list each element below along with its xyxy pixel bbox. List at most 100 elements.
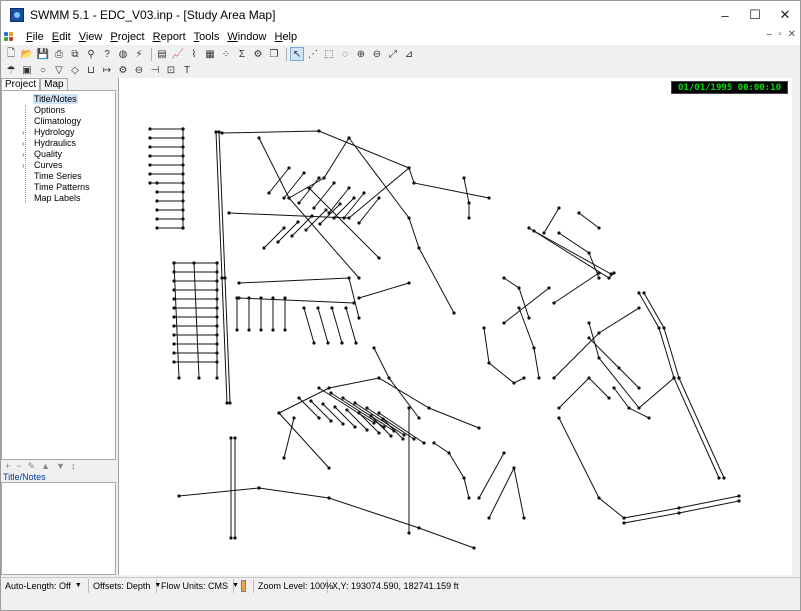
junction-node[interactable] (609, 272, 613, 276)
junction-node[interactable] (296, 220, 300, 224)
junction-node[interactable] (347, 216, 351, 220)
junction-node[interactable] (354, 341, 358, 345)
junction-node[interactable] (148, 181, 152, 185)
globe-icon[interactable]: ◍ (116, 47, 130, 61)
junction-node[interactable] (332, 181, 336, 185)
junction-node[interactable] (417, 526, 421, 530)
junction-node[interactable] (181, 208, 185, 212)
junction-node[interactable] (215, 297, 219, 301)
junction-node[interactable] (402, 433, 406, 437)
junction-node[interactable] (737, 494, 741, 498)
junction-node[interactable] (487, 516, 491, 520)
junction-node[interactable] (597, 276, 601, 280)
junction-node[interactable] (340, 341, 344, 345)
junction-node[interactable] (372, 421, 376, 425)
conduit-link[interactable] (238, 297, 355, 304)
junction-node[interactable] (347, 276, 351, 280)
conduit-link[interactable] (193, 262, 200, 379)
expand-chevron-icon[interactable]: › (22, 138, 25, 149)
conduit-link[interactable] (258, 487, 475, 549)
conduit-link[interactable] (533, 230, 612, 275)
outlet-icon[interactable]: ⊡ (164, 63, 178, 77)
scatter-icon[interactable]: ⁘ (219, 47, 233, 61)
junction-node[interactable] (369, 414, 373, 418)
junction-node[interactable] (382, 425, 386, 429)
junction-node[interactable] (148, 172, 152, 176)
junction-node[interactable] (177, 376, 181, 380)
junction-node[interactable] (148, 136, 152, 140)
junction-node[interactable] (387, 376, 391, 380)
conduit-link[interactable] (346, 409, 368, 431)
junction-node[interactable] (257, 136, 261, 140)
junction-node[interactable] (317, 386, 321, 390)
junction-node[interactable] (267, 191, 271, 195)
junction-node[interactable] (283, 328, 287, 332)
statistics-icon[interactable]: Σ (235, 47, 249, 61)
junction-node[interactable] (552, 376, 556, 380)
junction-node[interactable] (377, 256, 381, 260)
junction-node[interactable] (215, 288, 219, 292)
menu-help[interactable]: Help (270, 31, 301, 43)
junction-node[interactable] (677, 376, 681, 380)
junction-node[interactable] (487, 196, 491, 200)
junction-node[interactable] (327, 466, 331, 470)
junction-node[interactable] (215, 261, 219, 265)
junction-node[interactable] (247, 328, 251, 332)
conduit-link[interactable] (303, 307, 315, 344)
conduit-link[interactable] (354, 402, 405, 436)
junction-node[interactable] (215, 333, 219, 337)
conduit-link[interactable] (333, 197, 355, 219)
junction-node[interactable] (148, 163, 152, 167)
conduit-link[interactable] (328, 187, 350, 214)
junction-node[interactable] (462, 476, 466, 480)
junction-node[interactable] (407, 531, 411, 535)
storage-icon[interactable]: ⊔ (84, 63, 98, 77)
conduit-link[interactable] (178, 487, 260, 497)
junction-node[interactable] (381, 417, 385, 421)
junction-node[interactable] (177, 494, 181, 498)
junction-node[interactable] (172, 324, 176, 328)
junction-node[interactable] (215, 306, 219, 310)
junction-node[interactable] (312, 206, 316, 210)
tree-item-map-labels[interactable]: Map Labels (2, 193, 115, 204)
select-all-icon[interactable]: ◌ (338, 47, 352, 61)
junction-node[interactable] (467, 216, 471, 220)
junction-node[interactable] (547, 286, 551, 290)
junction-node[interactable] (310, 214, 314, 218)
junction-node[interactable] (622, 521, 626, 525)
junction-node[interactable] (527, 316, 531, 320)
junction-node[interactable] (192, 261, 196, 265)
junction-node[interactable] (181, 136, 185, 140)
junction-node[interactable] (412, 437, 416, 441)
junction-node[interactable] (223, 276, 227, 280)
conduit-link[interactable] (283, 172, 305, 199)
junction-node[interactable] (214, 130, 218, 134)
conduit-link[interactable] (334, 406, 356, 428)
junction-node[interactable] (353, 401, 357, 405)
junction-node[interactable] (737, 499, 741, 503)
graph-icon[interactable]: 📈 (171, 47, 185, 61)
junction-node[interactable] (607, 396, 611, 400)
junction-node[interactable] (537, 376, 541, 380)
edit-object-button[interactable]: ✎ (28, 461, 36, 472)
junction-node[interactable] (172, 315, 176, 319)
run-icon[interactable]: ⚡ (132, 47, 146, 61)
junction-node[interactable] (377, 376, 381, 380)
junction-node[interactable] (259, 328, 263, 332)
map-scroll-strip[interactable] (792, 78, 800, 575)
junction-node[interactable] (527, 226, 531, 230)
junction-node[interactable] (307, 186, 311, 190)
junction-node[interactable] (617, 366, 621, 370)
junction-node[interactable] (587, 376, 591, 380)
junction-node[interactable] (197, 376, 201, 380)
junction-node[interactable] (677, 506, 681, 510)
junction-node[interactable] (377, 431, 381, 435)
junction-node[interactable] (327, 211, 331, 215)
junction-node[interactable] (287, 196, 291, 200)
select-region-icon[interactable]: ⬚ (322, 47, 336, 61)
junction-node[interactable] (215, 324, 219, 328)
junction-node[interactable] (532, 346, 536, 350)
junction-node[interactable] (357, 276, 361, 280)
junction-node[interactable] (217, 130, 221, 134)
notes-box[interactable] (1, 482, 116, 575)
